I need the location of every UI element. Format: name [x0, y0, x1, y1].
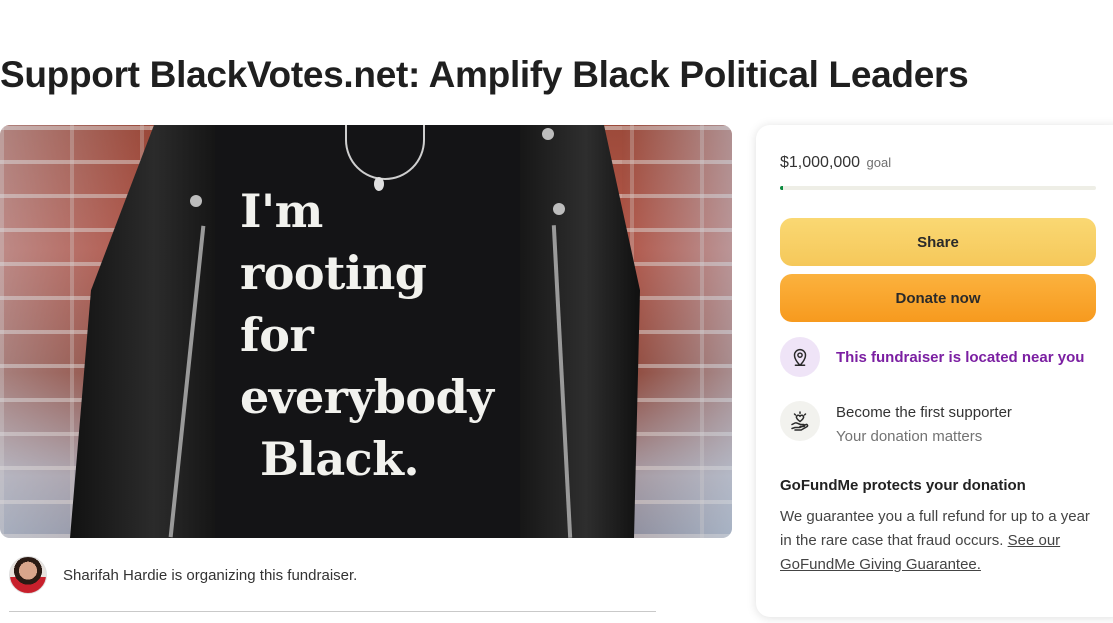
- organizer-text: Sharifah Hardie is organizing this fundr…: [63, 566, 358, 584]
- goal: $1,000,000 goal: [780, 154, 891, 172]
- jacket-stud: [553, 203, 565, 215]
- hero-image[interactable]: I'm rooting for everybody Black.: [0, 125, 732, 538]
- donate-button[interactable]: Donate now: [780, 274, 1096, 322]
- organizer: Sharifah Hardie is organizing this fundr…: [9, 555, 357, 595]
- donation-card: $1,000,000 goal Share Donate now This fu…: [756, 125, 1113, 617]
- hand-heart-icon: [780, 401, 820, 441]
- first-supporter-title: Become the first supporter: [836, 404, 1012, 421]
- first-supporter-subtitle: Your donation matters: [836, 428, 983, 445]
- progress-bar: [780, 186, 1096, 190]
- avatar[interactable]: [9, 556, 47, 594]
- divider: [9, 611, 656, 612]
- shirt-line: for: [240, 308, 314, 362]
- shirt-line: everybody: [240, 370, 494, 424]
- shirt-line: I'm: [240, 184, 323, 238]
- first-supporter: Become the first supporter Your donation…: [780, 401, 1012, 449]
- shirt-slogan: I'm rooting for everybody Black.: [240, 180, 540, 490]
- map-pin-icon: [780, 337, 820, 377]
- shirt-line: rooting: [240, 246, 427, 300]
- jacket-stud: [542, 128, 554, 140]
- jacket-stud: [190, 195, 202, 207]
- goal-amount: $1,000,000: [780, 154, 861, 171]
- location-text: This fundraiser is located near you: [836, 348, 1085, 366]
- goal-label: goal: [866, 155, 892, 170]
- share-button[interactable]: Share: [780, 218, 1096, 266]
- page-title: Support BlackVotes.net: Amplify Black Po…: [0, 54, 969, 95]
- progress-fill: [780, 186, 784, 190]
- protection-title: GoFundMe protects your donation: [780, 477, 1026, 494]
- shirt-line: Black.: [260, 432, 420, 486]
- location-notice: This fundraiser is located near you: [780, 337, 1084, 377]
- protection-body: We guarantee you a full refund for up to…: [780, 505, 1100, 577]
